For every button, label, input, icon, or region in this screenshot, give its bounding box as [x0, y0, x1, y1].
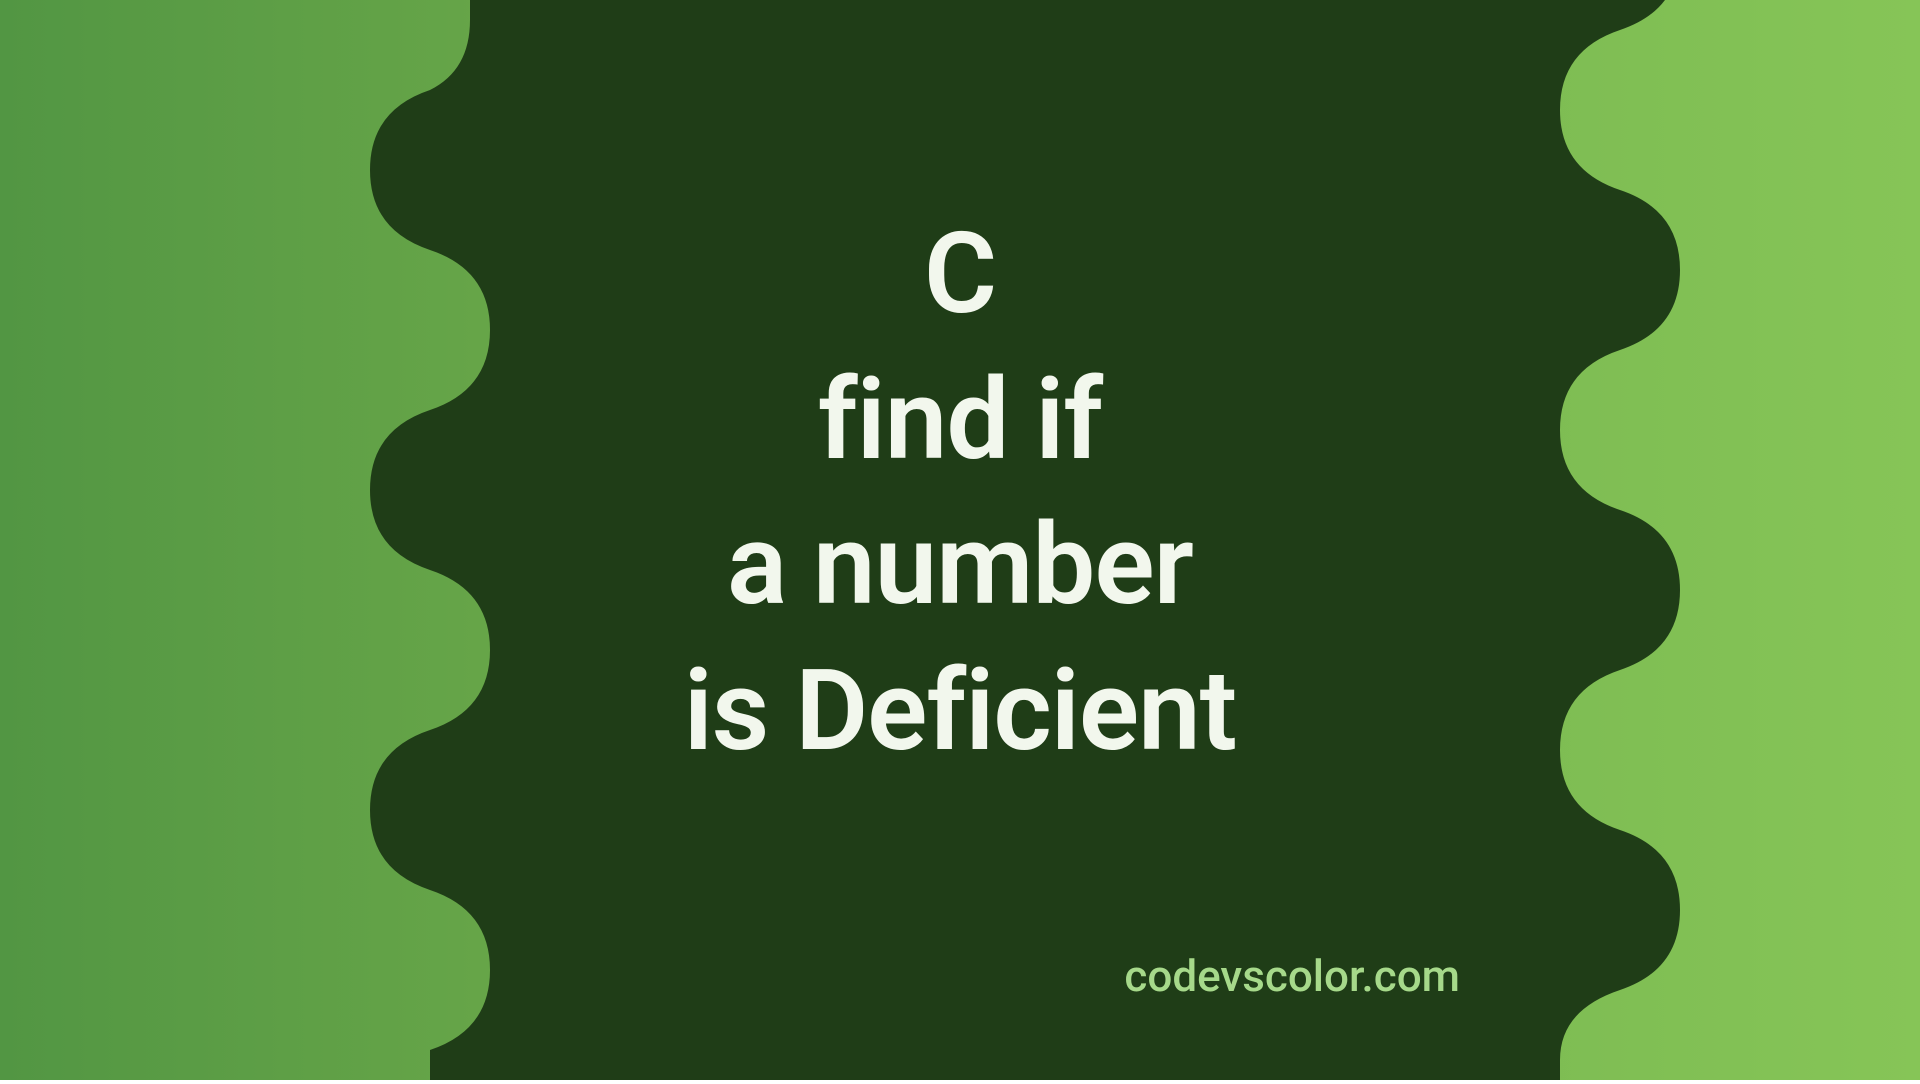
main-title-block: C find if a number is Deficient	[0, 202, 1920, 784]
title-line-4: is Deficient	[0, 639, 1920, 785]
title-line-1: C	[0, 202, 1920, 348]
title-line-2: find if	[0, 348, 1920, 494]
footer-website: codevscolor.com	[1124, 950, 1460, 1002]
title-line-3: a number	[0, 493, 1920, 639]
